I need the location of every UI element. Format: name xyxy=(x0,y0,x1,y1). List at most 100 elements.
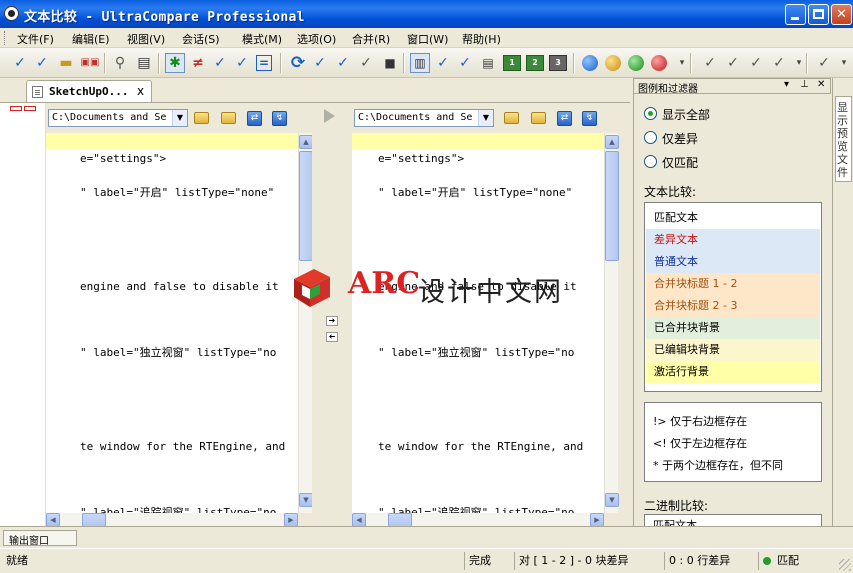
chevron-down-icon[interactable]: ▾ xyxy=(834,53,853,73)
menu-view[interactable]: 视图(V) xyxy=(127,31,165,47)
compare-mode-icon[interactable]: ▣▣ xyxy=(80,53,100,73)
menu-help[interactable]: 帮助(H) xyxy=(462,31,501,47)
legend-item[interactable]: 已合并块背景 xyxy=(646,317,820,339)
chevron-down-icon[interactable]: ▾ xyxy=(672,53,692,73)
legend-item[interactable]: 已编辑块背景 xyxy=(646,339,820,361)
legend-item[interactable]: 普通文本 xyxy=(646,251,820,273)
title-bar[interactable]: 文本比较 - UltraCompare Professional ✕ xyxy=(0,0,853,28)
print-icon[interactable]: ▤ xyxy=(134,53,154,73)
right-scroll-thumb[interactable] xyxy=(605,151,619,261)
browse-folder-icon[interactable] xyxy=(531,112,546,124)
close-tab-icon[interactable]: x xyxy=(137,84,144,98)
scroll-left-icon[interactable]: ◀ xyxy=(352,513,366,527)
menu-options[interactable]: 选项(O) xyxy=(297,31,336,47)
pin-icon[interactable]: ⊥ xyxy=(800,79,809,90)
check-icon[interactable]: ✓ xyxy=(455,53,475,73)
horizontal-split-icon[interactable]: ▤ xyxy=(478,53,498,73)
legend-item[interactable]: 差异文本 xyxy=(646,229,820,251)
right-path-combo[interactable]: C:\Documents and Se ▼ xyxy=(354,109,494,127)
refresh-icon[interactable]: ⟳ xyxy=(288,53,308,73)
merge-3-icon[interactable]: 3 xyxy=(549,55,567,71)
browse-folder-icon[interactable] xyxy=(221,112,236,124)
close-window-button[interactable]: ✕ xyxy=(831,4,852,25)
document-tab[interactable]: SketchUpO... x xyxy=(26,80,152,102)
check-icon[interactable]: ✓ xyxy=(746,53,766,73)
open-folder-icon[interactable] xyxy=(504,112,519,124)
equal-icon[interactable]: = xyxy=(256,55,272,71)
left-scroll-thumb[interactable] xyxy=(299,151,313,261)
find-icon[interactable]: ⚲ xyxy=(110,53,130,73)
preview-file-tab[interactable]: 显示预览文件 xyxy=(835,96,852,182)
check-icon[interactable]: ✓ xyxy=(232,53,252,73)
check-icon[interactable]: ✓ xyxy=(333,53,353,73)
menu-mode[interactable]: 模式(M) xyxy=(242,31,282,47)
scroll-right-icon[interactable]: ▶ xyxy=(590,513,604,527)
save-icon[interactable]: ↯ xyxy=(582,111,597,126)
check-icon[interactable]: ✓ xyxy=(723,53,743,73)
check-icon[interactable]: ✓ xyxy=(10,53,30,73)
legend-item[interactable]: 匹配文本 xyxy=(646,207,820,229)
chevron-down-icon[interactable]: ▼ xyxy=(172,110,187,126)
output-window-tab[interactable]: 输出窗口 xyxy=(3,530,77,547)
merge-right-icon[interactable]: ➔ xyxy=(326,316,338,326)
open-folder-icon[interactable] xyxy=(194,112,209,124)
check-icon[interactable]: ✓ xyxy=(210,53,230,73)
open-folder-icon[interactable]: ▬ xyxy=(56,53,76,73)
chevron-down-icon[interactable]: ▼ xyxy=(478,110,493,126)
maximize-button[interactable] xyxy=(808,4,829,25)
right-hscroll-thumb[interactable] xyxy=(388,513,412,527)
right-horizontal-scrollbar[interactable]: ◀ ▶ xyxy=(352,513,604,527)
check-icon[interactable]: ✓ xyxy=(433,53,453,73)
close-panel-icon[interactable]: ✕ xyxy=(817,79,825,90)
menu-session[interactable]: 会话(S) xyxy=(182,31,220,47)
menu-file[interactable]: 文件(F) xyxy=(17,31,54,47)
scroll-down-icon[interactable]: ▼ xyxy=(605,493,619,507)
radio-diff-only[interactable] xyxy=(644,131,657,144)
not-equal-icon[interactable]: ≠ xyxy=(188,53,208,73)
side-by-side-icon[interactable]: ▥ xyxy=(410,53,430,73)
check-icon[interactable]: ✓ xyxy=(700,53,720,73)
check-icon[interactable]: ✓ xyxy=(356,53,376,73)
check-icon[interactable]: ✓ xyxy=(310,53,330,73)
merge-2-icon[interactable]: 2 xyxy=(526,55,544,71)
stop-icon[interactable]: ■ xyxy=(380,53,400,73)
add-icon[interactable] xyxy=(628,55,644,71)
check-icon[interactable]: ✓ xyxy=(814,53,834,73)
check-icon[interactable]: ✓ xyxy=(32,53,52,73)
remove-icon[interactable] xyxy=(651,55,667,71)
right-vertical-scrollbar[interactable]: ▲ ▼ xyxy=(604,133,619,513)
asterisk-toggle-icon[interactable]: ✱ xyxy=(165,53,185,73)
app-icon[interactable] xyxy=(4,6,19,21)
save-icon[interactable]: ↯ xyxy=(272,111,287,126)
globe-icon[interactable] xyxy=(582,55,598,71)
right-text-area[interactable]: e="settings"> " label="开启" listType="non… xyxy=(352,133,604,513)
left-hscroll-thumb[interactable] xyxy=(82,513,106,527)
legend-item[interactable]: 合并块标题 2 - 3 xyxy=(646,295,820,317)
legend-item[interactable]: 合并块标题 1 - 2 xyxy=(646,273,820,295)
menu-merge[interactable]: 合并(R) xyxy=(352,31,390,47)
menu-window[interactable]: 窗口(W) xyxy=(407,31,448,47)
radio-show-all[interactable] xyxy=(644,107,657,120)
ftp-icon[interactable] xyxy=(605,55,621,71)
legend-item[interactable]: 激活行背景 xyxy=(646,361,820,383)
diff-marker[interactable] xyxy=(24,106,36,111)
resize-grip[interactable] xyxy=(839,559,851,571)
merge-1-icon[interactable]: 1 xyxy=(503,55,521,71)
filter-panel-header[interactable]: 图例和过滤器 ▾ ⊥ ✕ xyxy=(633,78,831,95)
diff-marker[interactable] xyxy=(10,106,22,111)
check-icon[interactable]: ✓ xyxy=(769,53,789,73)
minimize-button[interactable] xyxy=(785,4,806,25)
play-icon[interactable] xyxy=(324,109,335,123)
network-icon[interactable]: ⇄ xyxy=(557,111,572,126)
left-path-combo[interactable]: C:\Documents and Se ▼ xyxy=(48,109,188,127)
merge-left-icon[interactable]: ➔ xyxy=(326,332,338,342)
left-horizontal-scrollbar[interactable]: ◀ ▶ xyxy=(46,513,298,527)
scroll-up-icon[interactable]: ▲ xyxy=(605,135,619,149)
diff-gutter[interactable] xyxy=(0,103,46,527)
left-text-area[interactable]: e="settings"> " label="开启" listType="non… xyxy=(46,133,298,513)
chevron-down-icon[interactable]: ▾ xyxy=(784,79,789,90)
scroll-up-icon[interactable]: ▲ xyxy=(299,135,313,149)
menu-edit[interactable]: 编辑(E) xyxy=(72,31,110,47)
menu-grip[interactable] xyxy=(4,31,7,45)
left-vertical-scrollbar[interactable]: ▲ ▼ xyxy=(298,133,313,513)
